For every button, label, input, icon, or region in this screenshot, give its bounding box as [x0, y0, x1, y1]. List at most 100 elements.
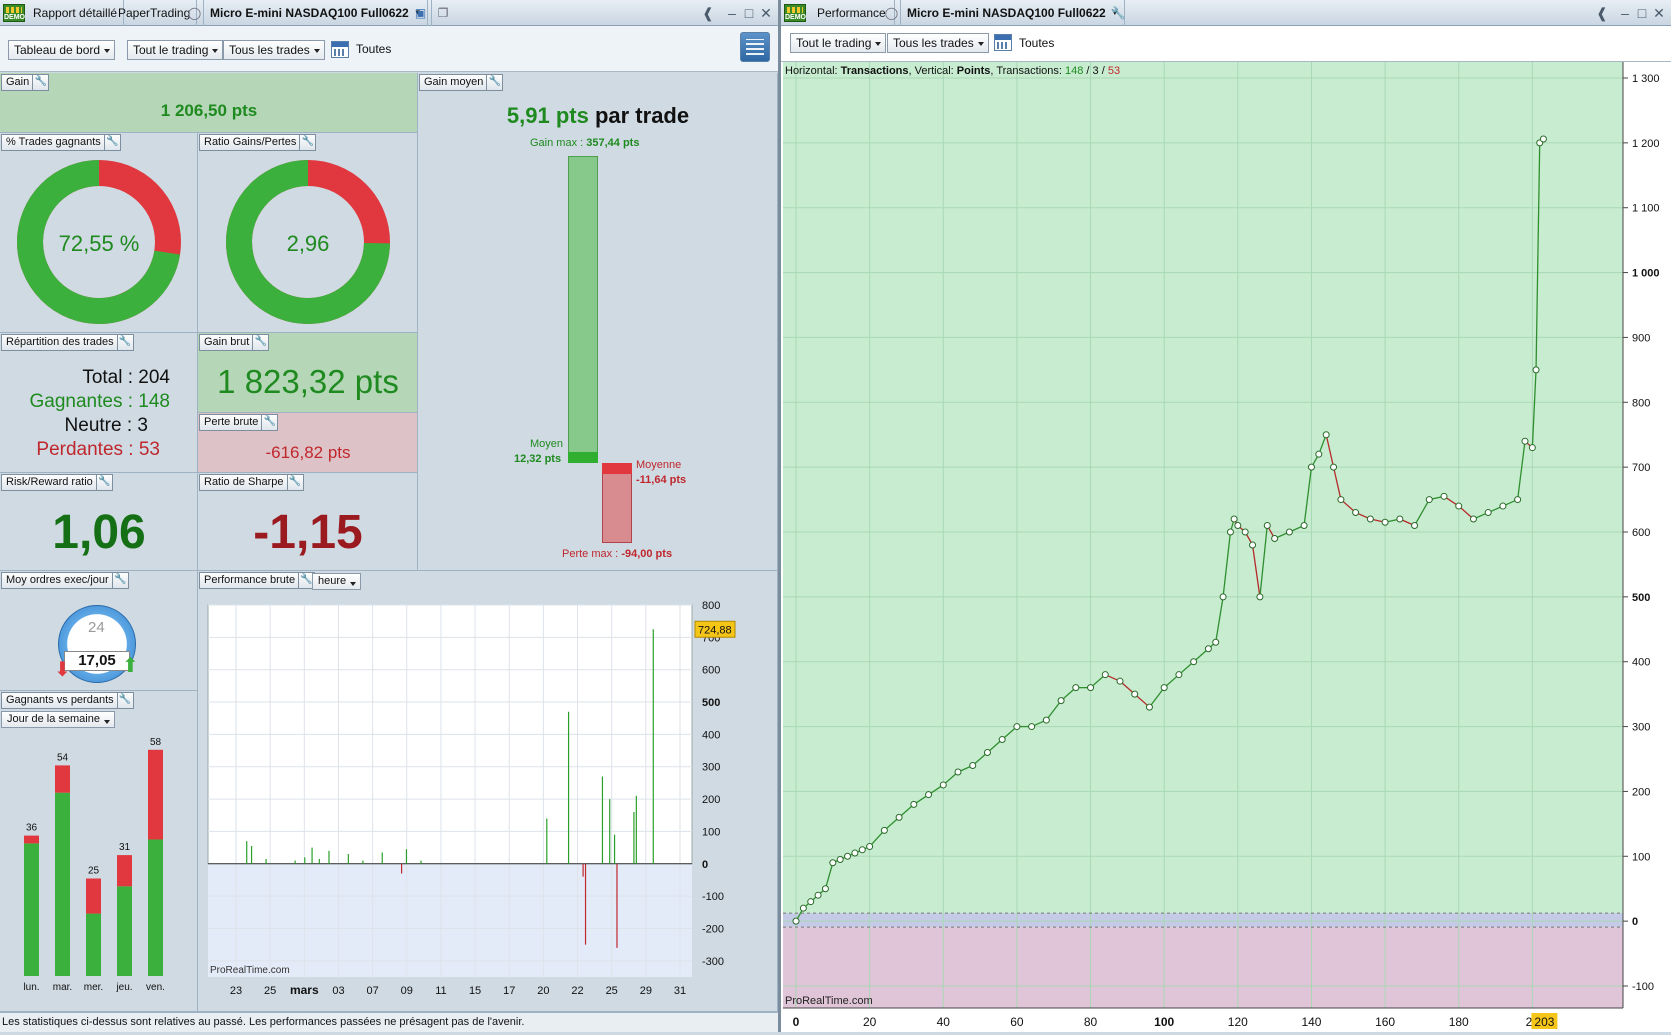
trading-dropdown[interactable]: Tout le trading	[127, 40, 224, 60]
loss-bar	[148, 749, 163, 840]
avg-gain-amount: 12,32 pts	[514, 453, 562, 465]
right-title-bar: DEMO Performance ◯ Micro E-mini NASDAQ10…	[781, 0, 1671, 26]
gain-panel: Gain 🔧 1 206,50 pts	[0, 73, 418, 133]
instrument-selector[interactable]: Micro E-mini NASDAQ100 Full0622 ▼	[901, 0, 1125, 26]
loss-bar	[55, 765, 70, 793]
equity-point	[969, 761, 977, 769]
category-label: mar.	[53, 982, 72, 993]
link-chain-icon[interactable]: ◯	[883, 0, 901, 26]
equity-point	[1322, 431, 1330, 439]
trades-dropdown[interactable]: Tous les trades	[223, 40, 325, 60]
equity-point	[792, 917, 800, 925]
copy-icon[interactable]: ❐	[432, 0, 454, 26]
x-tick-label: 80	[1084, 1015, 1098, 1029]
raw-perf-unit-dropdown[interactable]: heure	[312, 573, 362, 590]
left-title-bar: DEMO Rapport détaillé PaperTrading ◯ Mic…	[0, 0, 778, 26]
sharpe-panel: Ratio de Sharpe 🔧 -1,15	[198, 473, 418, 571]
wrench-icon[interactable]: 🔧	[252, 334, 268, 351]
instrument-name: Micro E-mini NASDAQ100 Full0622	[907, 6, 1106, 20]
x-tick-label: 09	[401, 985, 413, 997]
avg-gain-caption: Moyen	[530, 438, 564, 450]
period-label[interactable]: Toutes	[356, 42, 391, 56]
panel-label: Gain moyen 🔧	[419, 74, 504, 91]
disclaimer-footer: Les statistiques ci-dessus sont relative…	[0, 1012, 778, 1032]
wrench-icon[interactable]: 🔧	[299, 134, 315, 151]
avg-gain-suffix: par trade	[594, 103, 690, 128]
win-bar	[86, 913, 101, 976]
y-tick-label: 600	[702, 665, 720, 677]
ratio-value: 2,96	[286, 231, 330, 256]
equity-point	[1249, 541, 1257, 549]
minimize-icon[interactable]: –	[1617, 4, 1633, 22]
wrench-icon[interactable]: 🔧	[261, 414, 277, 431]
calendar-icon[interactable]	[994, 34, 1012, 51]
left-toolbar: Tableau de bord Tout le trading Tous les…	[0, 26, 778, 72]
equity-point	[1484, 509, 1492, 517]
wrench-icon[interactable]: 🔧	[111, 572, 128, 589]
avg-loss-caption: Moyenne	[636, 459, 682, 471]
equity-point	[1116, 677, 1124, 685]
wrench-icon[interactable]: 🔧	[32, 74, 48, 91]
maximize-icon[interactable]: □	[741, 4, 757, 22]
period-label[interactable]: Toutes	[1019, 36, 1054, 50]
loss-bar	[117, 855, 132, 887]
tab-rapport-detaille[interactable]: Rapport détaillé	[27, 0, 125, 26]
close-icon[interactable]: ✕	[1651, 4, 1667, 22]
x-tick-label: 180	[1449, 1015, 1469, 1029]
link-chain-icon[interactable]: ◯	[186, 0, 204, 26]
trading-dropdown[interactable]: Tout le trading	[790, 33, 887, 53]
performance-chart: 020406080100120140160180201 3001 2001 10…	[783, 62, 1660, 1029]
equity-point	[1234, 522, 1242, 530]
y-tick-label: 0	[1632, 916, 1638, 928]
tab-performance[interactable]: Performance	[809, 0, 895, 26]
equity-point	[954, 768, 962, 776]
maximize-icon[interactable]: □	[1634, 4, 1650, 22]
weekday-mode-dropdown[interactable]: Jour de la semaine	[1, 711, 115, 728]
x-tick-label: 140	[1301, 1015, 1321, 1029]
wrench-icon[interactable]: 🔧	[95, 474, 112, 491]
bar-total-label: 58	[150, 737, 162, 748]
dashboard-config-icon[interactable]	[740, 32, 770, 62]
share-icon[interactable]: ❰	[1594, 4, 1610, 22]
close-icon[interactable]: ✕	[758, 4, 774, 22]
equity-point	[1230, 515, 1238, 523]
wrench-icon[interactable]: 🔧	[103, 134, 120, 151]
last-value-label: 724,88	[698, 624, 732, 636]
equity-point	[1352, 509, 1360, 517]
y-tick-label: -100	[1632, 981, 1654, 993]
instrument-selector[interactable]: Micro E-mini NASDAQ100 Full0622 ▼	[204, 0, 428, 26]
x-tick-label: mars	[290, 983, 319, 997]
equity-point	[1396, 515, 1404, 523]
minimize-icon[interactable]: –	[724, 4, 740, 22]
trades-dropdown[interactable]: Tous les trades	[887, 33, 989, 53]
wrench-icon[interactable]: 🔧	[116, 692, 133, 709]
equity-point	[1455, 502, 1463, 510]
x-tick-label: 22	[571, 985, 583, 997]
equity-point	[1337, 496, 1345, 504]
y-tick-label: 1 100	[1632, 203, 1660, 215]
wrench-icon[interactable]: 🔧	[486, 74, 502, 91]
x-tick-label: 20	[863, 1015, 877, 1029]
wrench-icon[interactable]: 🔧	[286, 474, 303, 491]
equity-point	[1539, 135, 1547, 143]
red-arrow-icon: ⬇	[54, 659, 71, 681]
share-icon[interactable]: ❰	[700, 4, 716, 22]
x-tick-label: 100	[1154, 1015, 1174, 1029]
x-tick-label: 29	[640, 985, 652, 997]
panel-label: Ratio de Sharpe 🔧	[199, 474, 304, 491]
equity-point	[1072, 684, 1080, 692]
avg-gain-bar	[568, 452, 598, 463]
pct-winning-value: 72,55 %	[58, 231, 140, 256]
calendar-icon[interactable]	[331, 41, 349, 58]
y-tick-label: 900	[1632, 332, 1650, 344]
picture-icon[interactable]: ▣	[410, 0, 432, 26]
watermark: ProRealTime.com	[210, 965, 290, 976]
distribution-panel: Répartition des trades 🔧 Total : 204 Gagn…	[0, 333, 198, 473]
view-dropdown[interactable]: Tableau de bord	[8, 40, 116, 60]
wrench-icon[interactable]: 🔧	[116, 334, 133, 351]
equity-point	[1226, 528, 1234, 536]
y-tick-label: 500	[702, 697, 720, 709]
tab-papertrading[interactable]: PaperTrading	[112, 0, 198, 26]
equity-point	[1411, 522, 1419, 530]
wrench-icon[interactable]: 🔧	[1106, 0, 1130, 26]
